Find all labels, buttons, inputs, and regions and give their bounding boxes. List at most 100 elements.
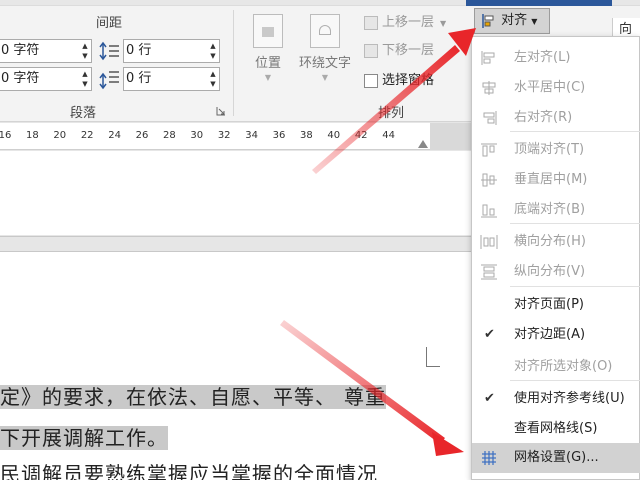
align-right-icon [483, 111, 497, 125]
menu-item-label: 使用对齐参考线(U) [514, 391, 625, 406]
title-bar-accent [466, 0, 612, 6]
margin-corner-mark [426, 366, 440, 367]
menu-item-r[interactable]: 右对齐(R) [472, 103, 640, 133]
menu-item-t[interactable]: 顶端对齐(T) [472, 135, 640, 165]
bring-forward-button[interactable]: 上移一层 ▼ [364, 12, 446, 34]
selection-pane-label: 选择窗格 [382, 73, 435, 88]
menu-item-label: 对齐边距(A) [514, 327, 586, 342]
indent-marker[interactable] [418, 140, 428, 148]
spacing-group-title: 间距 [96, 16, 123, 31]
align-label: 对齐 [501, 13, 528, 28]
send-backward-label: 下移一层 [382, 43, 435, 58]
ruler-tick-label: 40 [327, 130, 341, 141]
align-bottom-icon [481, 204, 497, 218]
align-center-icon [482, 81, 496, 95]
position-label: 位置 [254, 56, 281, 71]
align-middle-icon [481, 173, 497, 187]
checkmark-icon: ✔ [484, 327, 495, 342]
selected-text: 下开展调解工作。 [0, 426, 168, 450]
menu-item-c[interactable]: 水平居中(C) [472, 73, 640, 103]
spacing-after-field[interactable]: 0 行 ▲ ▼ [123, 67, 220, 91]
indent-right-stepper[interactable]: ▲ ▼ [81, 69, 89, 89]
spacing-before-field[interactable]: 0 行 ▲ ▼ [123, 39, 220, 63]
align-top-icon [481, 143, 497, 157]
ruler-tick-label: 24 [108, 130, 121, 141]
menu-item-label: 对齐所选对象(O) [514, 359, 613, 374]
selected-text: 定》的要求，在依法、自愿、平等、 [0, 385, 336, 409]
bring-forward-label: 上移一层 [382, 15, 435, 30]
menu-item-m[interactable]: 垂直居中(M) [472, 165, 640, 195]
chevron-down-icon: ▼ [440, 19, 447, 28]
menu-item-label: 左对齐(L) [514, 50, 571, 65]
bring-forward-icon [364, 15, 378, 30]
document-line: 民调解员要熟练掌握应当掌握的全面情况 [0, 458, 378, 480]
menu-item-p[interactable]: 对齐页面(P) [472, 290, 640, 320]
menu-item-label: 网格设置(G)... [514, 450, 599, 465]
arrange-group-title: 排列 [378, 106, 405, 121]
menu-item-h[interactable]: 横向分布(H) [472, 227, 640, 257]
ruler-tick-label: 20 [53, 130, 67, 141]
selection-pane-button[interactable]: 选择窗格 [364, 70, 434, 92]
ruler-tick-label: 42 [354, 130, 368, 141]
spacing-after-icon [99, 71, 119, 90]
menu-item-l[interactable]: 左对齐(L) [472, 43, 640, 73]
menu-item-label: 对齐页面(P) [514, 297, 584, 312]
send-backward-icon [364, 43, 378, 58]
checkmark-icon: ✔ [484, 391, 495, 406]
menu-item-g[interactable]: 网格设置(G)... [472, 443, 640, 473]
menu-item-label: 查看网格线(S) [514, 421, 598, 436]
ruler-tick-label: 18 [26, 130, 39, 141]
spacing-after-stepper[interactable]: ▲ ▼ [209, 69, 217, 89]
ruler-tick-label: 44 [382, 130, 395, 141]
margin-corner-mark [426, 347, 427, 367]
ruler-tick-label: 22 [80, 130, 94, 141]
right-partial-label: 向 [619, 22, 633, 37]
menu-item-label: 纵向分布(V) [514, 264, 586, 279]
ruler-tick-label: 28 [163, 130, 176, 141]
ruler-tick-label: 36 [272, 130, 286, 141]
align-left-icon [481, 51, 495, 65]
ruler-tick-label: 26 [135, 130, 149, 141]
menu-item-label: 横向分布(H) [514, 234, 586, 249]
distribute-vertical-icon [481, 264, 497, 280]
selection-pane-icon [364, 73, 378, 88]
align-icon [482, 13, 494, 28]
ruler-tick-label: 30 [190, 130, 204, 141]
document-line: 下开展调解工作。 [0, 422, 168, 451]
menu-item-s[interactable]: 查看网格线(S) [472, 414, 640, 444]
paragraph-dialog-launcher-icon[interactable] [216, 106, 226, 116]
chevron-down-icon: ▼ [321, 73, 329, 82]
chevron-down-icon: ▼ [531, 17, 538, 26]
menu-item-u[interactable]: ✔ 使用对齐参考线(U) [472, 384, 640, 414]
align-dropdown-menu: 左对齐(L) 水平居中(C) 右对齐(R) 顶端对齐(T) 垂直居中(M) 底端对齐(B)… [471, 36, 640, 480]
paragraph-group-title: 段落 [70, 106, 97, 121]
menu-item-label: 水平居中(C) [514, 80, 586, 95]
menu-item-v[interactable]: 纵向分布(V) [472, 257, 640, 287]
indent-right-value: 0 字符 [1, 71, 40, 86]
spacing-before-stepper[interactable]: ▲ ▼ [209, 41, 217, 61]
position-button[interactable]: 位置 ▼ [250, 14, 286, 82]
send-backward-button[interactable]: 下移一层 [364, 40, 434, 62]
align-button[interactable]: 对齐 ▼ [474, 8, 550, 34]
selected-text: 尊重 [336, 385, 386, 409]
indent-right-field[interactable]: 0 字符 ▲ ▼ [0, 67, 92, 91]
menu-item-label: 顶端对齐(T) [514, 142, 585, 157]
wrap-text-label: 环绕文字 [298, 56, 351, 71]
group-separator [233, 10, 234, 116]
menu-item-o[interactable]: 对齐所选对象(O) [472, 352, 640, 382]
menu-item-b[interactable]: 底端对齐(B) [472, 195, 640, 225]
ruler-tick-label: 34 [245, 130, 258, 141]
menu-item-label: 垂直居中(M) [514, 172, 588, 187]
wrap-text-icon [310, 14, 340, 48]
indent-left-field[interactable]: 0 字符 ▲ ▼ [0, 39, 92, 63]
menu-item-label: 底端对齐(B) [514, 202, 586, 217]
body-text: 民调解员要熟练掌握应当掌握的全面情况 [0, 462, 378, 480]
grid-icon [482, 451, 496, 465]
distribute-horizontal-icon [480, 235, 498, 249]
menu-item-a[interactable]: ✔ 对齐边距(A) [472, 320, 640, 350]
indent-left-stepper[interactable]: ▲ ▼ [81, 41, 89, 61]
ruler-tick-label: 32 [217, 130, 231, 141]
spacing-after-value: 0 行 [126, 71, 152, 86]
wrap-text-button[interactable]: 环绕文字 ▼ [295, 14, 355, 82]
document-line: 定》的要求，在依法、自愿、平等、 尊重 [0, 381, 386, 410]
